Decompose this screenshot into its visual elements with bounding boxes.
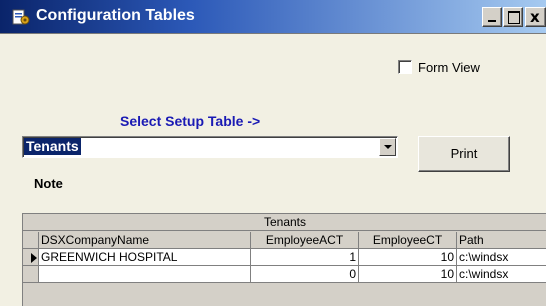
print-button[interactable]: Print [418, 136, 510, 172]
app-icon [12, 9, 30, 25]
setup-table-value: Tenants [24, 138, 81, 155]
form-view-checkbox[interactable] [398, 60, 412, 74]
column-header-path[interactable]: Path [457, 232, 546, 249]
row-selector[interactable] [23, 249, 39, 266]
grid-caption: Tenants [23, 214, 546, 231]
row-selector[interactable] [23, 266, 39, 283]
table-cell[interactable]: 10 [359, 266, 457, 283]
column-header-employeeact[interactable]: EmployeeACT [251, 232, 359, 249]
row-selector-header [23, 232, 39, 249]
row-pointer-icon [31, 253, 37, 263]
column-header-dsxcompanyname[interactable]: DSXCompanyName [39, 232, 251, 249]
table-cell[interactable]: c:\windsx [457, 266, 546, 283]
table-cell[interactable]: 10 [359, 249, 457, 266]
minimize-icon[interactable] [482, 7, 502, 27]
tenants-grid[interactable]: Tenants DSXCompanyName EmployeeACT Emplo… [22, 213, 546, 306]
form-view-label: Form View [418, 59, 480, 75]
title-bar: Configuration Tables x [0, 0, 546, 34]
select-setup-table-label: Select Setup Table -> [120, 113, 261, 129]
dropdown-arrow-icon[interactable] [379, 138, 396, 156]
maximize-icon[interactable] [503, 7, 523, 27]
table-cell[interactable]: 1 [251, 249, 359, 266]
table-cell[interactable] [39, 266, 251, 283]
form-view-toggle[interactable]: Form View [398, 58, 480, 76]
setup-table-select[interactable]: Tenants [22, 136, 398, 158]
table-cell[interactable]: 0 [251, 266, 359, 283]
column-header-employeect[interactable]: EmployeeCT [359, 232, 457, 249]
table-cell[interactable]: c:\windsx [457, 249, 546, 266]
close-glyph: x [530, 8, 540, 26]
close-icon[interactable]: x [525, 7, 546, 27]
table-cell[interactable]: GREENWICH HOSPITAL [39, 249, 251, 266]
note-label: Note [34, 176, 63, 191]
window-title: Configuration Tables [36, 7, 195, 24]
